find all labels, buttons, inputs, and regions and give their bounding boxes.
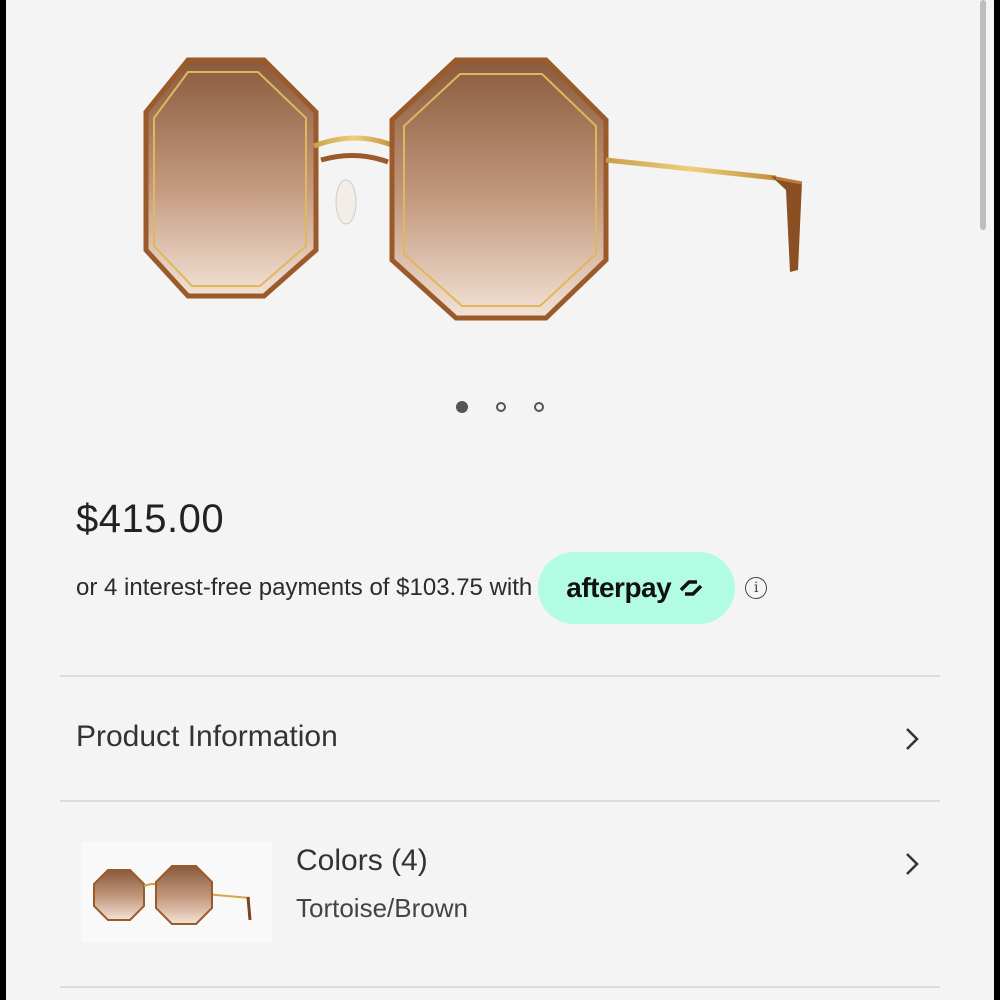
afterpay-arrows-icon — [679, 580, 703, 596]
selected-color-name: Tortoise/Brown — [296, 893, 468, 923]
product-image[interactable] — [126, 50, 826, 340]
info-icon[interactable]: i — [745, 577, 768, 599]
installment-text: or 4 interest-free payments of $103.75 w… — [76, 574, 533, 601]
carousel-dot-2[interactable] — [496, 402, 506, 412]
chevron-right-icon — [906, 853, 919, 875]
divider — [60, 675, 940, 677]
image-carousel-indicator — [6, 401, 994, 413]
divider — [60, 986, 940, 988]
chevron-right-icon — [906, 728, 919, 750]
installment-row: or 4 interest-free payments of $103.75 w… — [76, 552, 768, 624]
carousel-dot-1[interactable] — [456, 401, 468, 413]
afterpay-logo-text: afterpay — [566, 572, 672, 603]
product-price: $415.00 — [76, 497, 225, 541]
scrollbar[interactable] — [980, 0, 986, 230]
colors-label: Colors (4) — [296, 844, 428, 877]
divider — [60, 800, 940, 802]
color-swatch-thumbnail — [82, 842, 272, 942]
afterpay-badge[interactable]: afterpay — [538, 552, 736, 624]
product-detail-screen: $415.00 or 4 interest-free payments of $… — [6, 0, 994, 1000]
carousel-dot-3[interactable] — [534, 402, 544, 412]
product-information-label: Product Information — [76, 720, 338, 753]
